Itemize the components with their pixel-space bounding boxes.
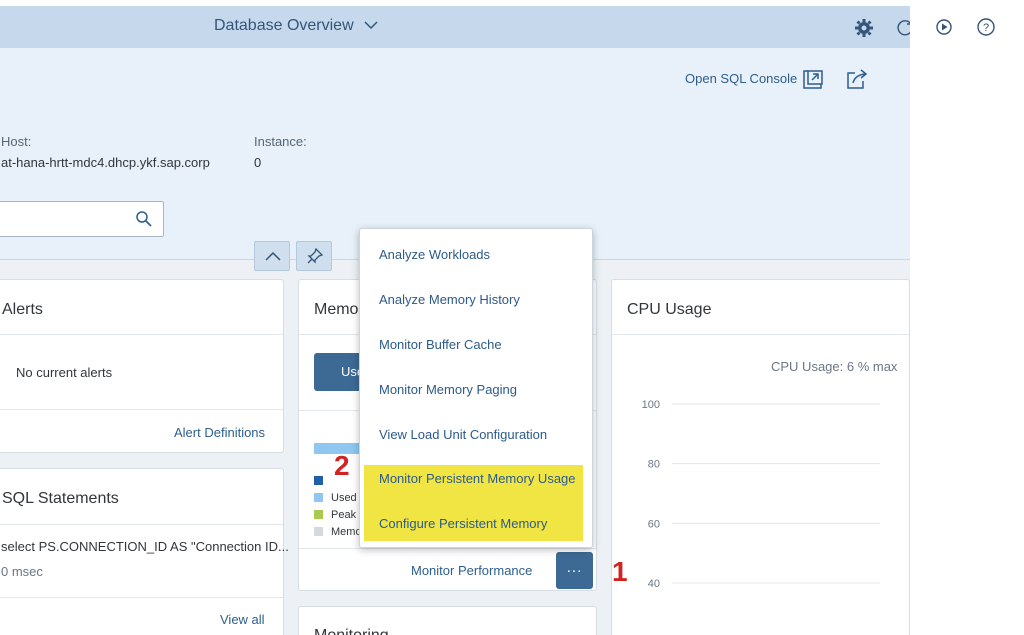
- divider: [612, 334, 909, 335]
- alert-definitions-link[interactable]: Alert Definitions: [174, 425, 265, 440]
- instance-value: 0: [254, 155, 262, 170]
- menu-item-configure-persistent-memory[interactable]: Configure Persistent Memory: [379, 516, 547, 531]
- divider: [0, 597, 283, 598]
- monitor-performance-link[interactable]: Monitor Performance: [411, 563, 532, 578]
- chevron-up-icon: [265, 251, 281, 261]
- divider: [0, 409, 283, 410]
- menu-item-monitor-memory-paging[interactable]: Monitor Memory Paging: [379, 382, 517, 397]
- legend-swatch: [314, 510, 323, 519]
- menu-item-view-load-unit-configuration[interactable]: View Load Unit Configuration: [379, 427, 547, 442]
- cpu-usage-caption: CPU Usage: 6 % max: [771, 359, 898, 374]
- y-tick-label: 40: [648, 578, 660, 590]
- alerts-card: Alerts No current alerts Alert Definitio…: [0, 279, 284, 453]
- share-icon[interactable]: [846, 68, 868, 90]
- y-tick-label: 80: [648, 459, 660, 471]
- legend-memory: Memo: [331, 526, 362, 538]
- legend-used: Used: [331, 492, 357, 504]
- open-sql-console-link[interactable]: Open SQL Console: [685, 71, 797, 86]
- overflow-icon: ...: [566, 559, 583, 576]
- menu-item-monitor-persistent-memory-usage[interactable]: Monitor Persistent Memory Usage: [379, 471, 576, 486]
- menu-item-analyze-memory-history[interactable]: Analyze Memory History: [379, 292, 520, 307]
- pin-icon: [307, 247, 324, 264]
- actions-popover-menu: Analyze Workloads Analyze Memory History…: [359, 228, 593, 548]
- collapse-header-button[interactable]: [254, 241, 290, 271]
- settings-icon[interactable]: [852, 16, 876, 40]
- monitoring-title: Monitoring: [314, 627, 389, 635]
- sql-statement-text[interactable]: select PS.CONNECTION_ID AS "Connection I…: [1, 539, 289, 554]
- sql-statements-title: SQL Statements: [2, 490, 119, 507]
- host-value: at-hana-hrtt-mdc4.dhcp.ykf.sap.corp: [1, 155, 210, 170]
- step-marker-2: 2: [334, 450, 350, 481]
- cpu-usage-title: CPU Usage: [627, 301, 712, 318]
- top-bar: Database Overview: [0, 0, 910, 48]
- svg-text:?: ?: [983, 22, 989, 34]
- alerts-title: Alerts: [2, 301, 43, 318]
- legend-swatch: [314, 476, 323, 485]
- refresh-icon[interactable]: [893, 16, 910, 40]
- divider: [0, 334, 283, 335]
- help-icon[interactable]: ?: [975, 16, 997, 43]
- memory-title: Memo: [314, 301, 359, 318]
- instance-label: Instance:: [254, 134, 307, 149]
- page-title-menu[interactable]: Database Overview: [214, 17, 378, 35]
- sql-duration: 0 msec: [1, 564, 43, 579]
- view-all-link[interactable]: View all: [220, 612, 265, 627]
- divider: [299, 548, 596, 549]
- y-tick-label: 100: [642, 399, 660, 411]
- monitoring-card: Monitoring: [298, 606, 597, 635]
- y-tick-label: 60: [648, 518, 660, 530]
- legend-swatch: [314, 527, 323, 536]
- search-input[interactable]: [0, 201, 164, 237]
- legend-peak: Peak: [331, 509, 357, 521]
- divider: [0, 524, 283, 525]
- menu-item-analyze-workloads[interactable]: Analyze Workloads: [379, 247, 490, 262]
- cpu-usage-card: CPU Usage CPU Usage: 6 % max 100 80 60 40: [611, 279, 910, 635]
- step-marker-1: 1: [612, 556, 628, 587]
- host-label: Host:: [1, 134, 32, 149]
- pin-header-button[interactable]: [296, 241, 332, 271]
- play-icon[interactable]: [934, 17, 954, 42]
- chevron-down-icon: [364, 17, 378, 35]
- search-icon[interactable]: [135, 210, 153, 233]
- more-actions-button[interactable]: ...: [556, 552, 593, 589]
- cpu-usage-chart: 100 80 60 40: [642, 399, 880, 590]
- open-external-icon[interactable]: [802, 68, 824, 90]
- no-alerts-text: No current alerts: [16, 365, 113, 380]
- menu-item-monitor-buffer-cache[interactable]: Monitor Buffer Cache: [379, 337, 502, 352]
- sql-statements-card: SQL Statements select PS.CONNECTION_ID A…: [0, 468, 289, 635]
- app-shell: Database Overview Open SQL Console Host:…: [0, 0, 910, 635]
- page-title: Database Overview: [214, 17, 354, 35]
- legend-swatch: [314, 493, 323, 502]
